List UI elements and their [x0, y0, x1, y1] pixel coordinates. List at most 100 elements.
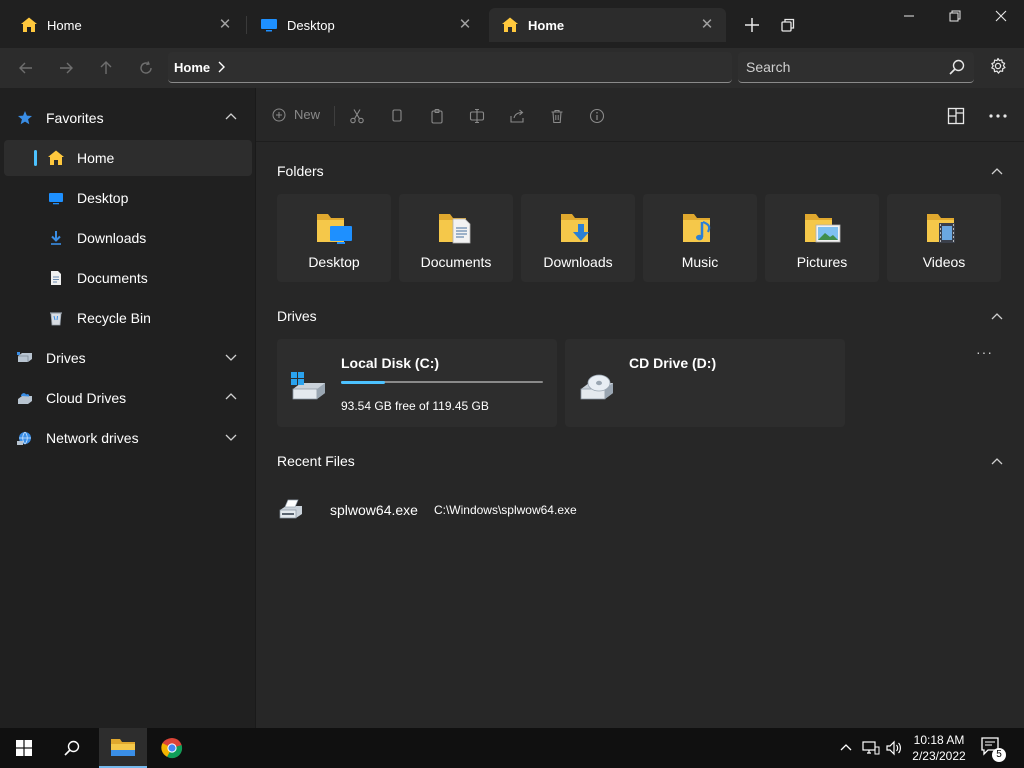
tab-separator — [246, 16, 247, 34]
arrow-right-icon — [60, 62, 73, 74]
folder-label: Music — [681, 254, 719, 270]
close-icon — [995, 10, 1007, 22]
sidebar-item-cloud-drives[interactable]: Cloud Drives — [4, 380, 252, 416]
forward-button[interactable] — [52, 54, 80, 82]
search-icon — [64, 740, 80, 756]
chevron-up-icon[interactable] — [224, 390, 238, 407]
sidebar-item-recycle-bin[interactable]: Recycle Bin — [4, 300, 252, 336]
folder-card-downloads[interactable]: Downloads — [521, 194, 635, 282]
home-icon — [500, 15, 520, 35]
chevron-up-icon — [991, 313, 1003, 320]
folder-card-music[interactable]: Music — [643, 194, 757, 282]
close-tab-icon[interactable]: ✕ — [698, 16, 716, 34]
recent-file-row[interactable]: splwow64.exe C:\Windows\splwow64.exe — [276, 490, 577, 530]
chevron-up-icon — [991, 168, 1003, 175]
sidebar-item-drives[interactable]: Drives — [4, 340, 252, 376]
rename-button[interactable] — [466, 105, 488, 127]
more-options-button[interactable] — [987, 105, 1009, 127]
sidebar-item-network-drives[interactable]: Network drives — [4, 420, 252, 456]
settings-button[interactable] — [986, 54, 1010, 78]
sidebar-item-desktop[interactable]: Desktop — [4, 180, 252, 216]
system-clock[interactable]: 10:18 AM 2/23/2022 — [906, 732, 972, 764]
taskbar-search-button[interactable] — [48, 728, 96, 768]
taskbar-file-explorer[interactable] — [99, 728, 147, 768]
folder-music-icon — [683, 214, 711, 242]
volume-tray-icon[interactable] — [884, 738, 904, 758]
network-status-icon — [862, 741, 880, 755]
refresh-button[interactable] — [132, 54, 160, 82]
close-tab-icon[interactable]: ✕ — [456, 16, 474, 34]
chevron-down-icon[interactable] — [224, 430, 238, 447]
sidebar-item-favorites[interactable]: Favorites — [4, 100, 252, 136]
folder-label: Downloads — [543, 254, 613, 270]
info-icon — [589, 108, 605, 124]
start-button[interactable] — [0, 728, 48, 768]
tab-home[interactable]: Home ✕ — [8, 8, 244, 42]
drive-name: Local Disk (C:) — [341, 355, 440, 371]
copy-button[interactable] — [386, 105, 408, 127]
collapse-folders-button[interactable] — [990, 165, 1004, 179]
close-tab-icon[interactable]: ✕ — [216, 16, 234, 34]
cloud-drive-icon — [16, 389, 34, 407]
drive-icon — [16, 349, 34, 367]
folder-card-desktop[interactable]: Desktop — [277, 194, 391, 282]
rename-icon — [469, 108, 485, 124]
taskbar-chrome[interactable] — [148, 728, 196, 768]
tab-home-active[interactable]: Home ✕ — [489, 8, 726, 42]
chevron-right-icon[interactable] — [216, 61, 226, 73]
duplicate-tab-button[interactable] — [775, 12, 801, 38]
tab-desktop[interactable]: Desktop ✕ — [248, 8, 484, 42]
close-window-button[interactable] — [978, 0, 1024, 32]
collapse-recent-button[interactable] — [990, 455, 1004, 469]
restore-button[interactable] — [932, 0, 978, 32]
sidebar-item-label: Recycle Bin — [77, 310, 151, 326]
paste-button[interactable] — [426, 105, 448, 127]
drive-usage-bar — [341, 380, 543, 384]
drive-card-cd-drive[interactable]: CD Drive (D:) — [565, 339, 845, 427]
clock-date: 2/23/2022 — [912, 749, 966, 763]
chevron-down-icon[interactable] — [224, 350, 238, 367]
folder-downloads-icon — [561, 214, 589, 242]
share-button[interactable] — [506, 105, 528, 127]
network-tray-icon[interactable] — [861, 738, 881, 758]
notification-center-button[interactable]: 5 — [980, 736, 1006, 762]
folder-label: Pictures — [796, 254, 848, 270]
breadcrumb-home[interactable]: Home — [174, 60, 210, 75]
layout-button[interactable] — [945, 105, 967, 127]
star-icon — [16, 109, 34, 127]
properties-button[interactable] — [586, 105, 608, 127]
up-button[interactable] — [92, 54, 120, 82]
drive-name: CD Drive (D:) — [629, 355, 717, 371]
folder-desktop-icon — [317, 214, 352, 244]
sidebar-item-label: Network drives — [46, 430, 139, 446]
drive-card-local-disk[interactable]: Local Disk (C:) 93.54 GB free of 119.45 … — [277, 339, 557, 427]
folder-card-videos[interactable]: Videos — [887, 194, 1001, 282]
sidebar-item-label: Drives — [46, 350, 86, 366]
scissors-icon — [350, 109, 364, 124]
folder-card-documents[interactable]: Documents — [399, 194, 513, 282]
minimize-button[interactable] — [886, 0, 932, 32]
new-button[interactable]: New — [272, 107, 320, 122]
folder-card-pictures[interactable]: Pictures — [765, 194, 879, 282]
sidebar-item-label: Favorites — [46, 110, 104, 126]
search-input[interactable] — [746, 59, 936, 75]
section-title-recent-files: Recent Files — [277, 453, 355, 469]
sidebar-item-documents[interactable]: Documents — [4, 260, 252, 296]
delete-button[interactable] — [546, 105, 568, 127]
new-tab-button[interactable] — [739, 12, 765, 38]
folder-videos-icon — [927, 214, 955, 243]
back-button[interactable] — [12, 54, 40, 82]
address-bar[interactable]: Home — [168, 52, 732, 83]
clock-time: 10:18 AM — [913, 733, 965, 747]
drives-more-button[interactable]: ··· — [976, 344, 993, 360]
search-box[interactable] — [738, 52, 974, 83]
cut-button[interactable] — [346, 105, 368, 127]
drive-usage-fill — [341, 380, 386, 384]
sidebar-item-home[interactable]: Home — [4, 140, 252, 176]
show-hidden-icons-button[interactable] — [836, 738, 856, 758]
collapse-drives-button[interactable] — [990, 310, 1004, 324]
search-icon[interactable] — [948, 58, 966, 79]
sidebar-item-downloads[interactable]: Downloads — [4, 220, 252, 256]
minimize-icon — [904, 15, 914, 17]
chevron-up-icon[interactable] — [224, 110, 238, 127]
